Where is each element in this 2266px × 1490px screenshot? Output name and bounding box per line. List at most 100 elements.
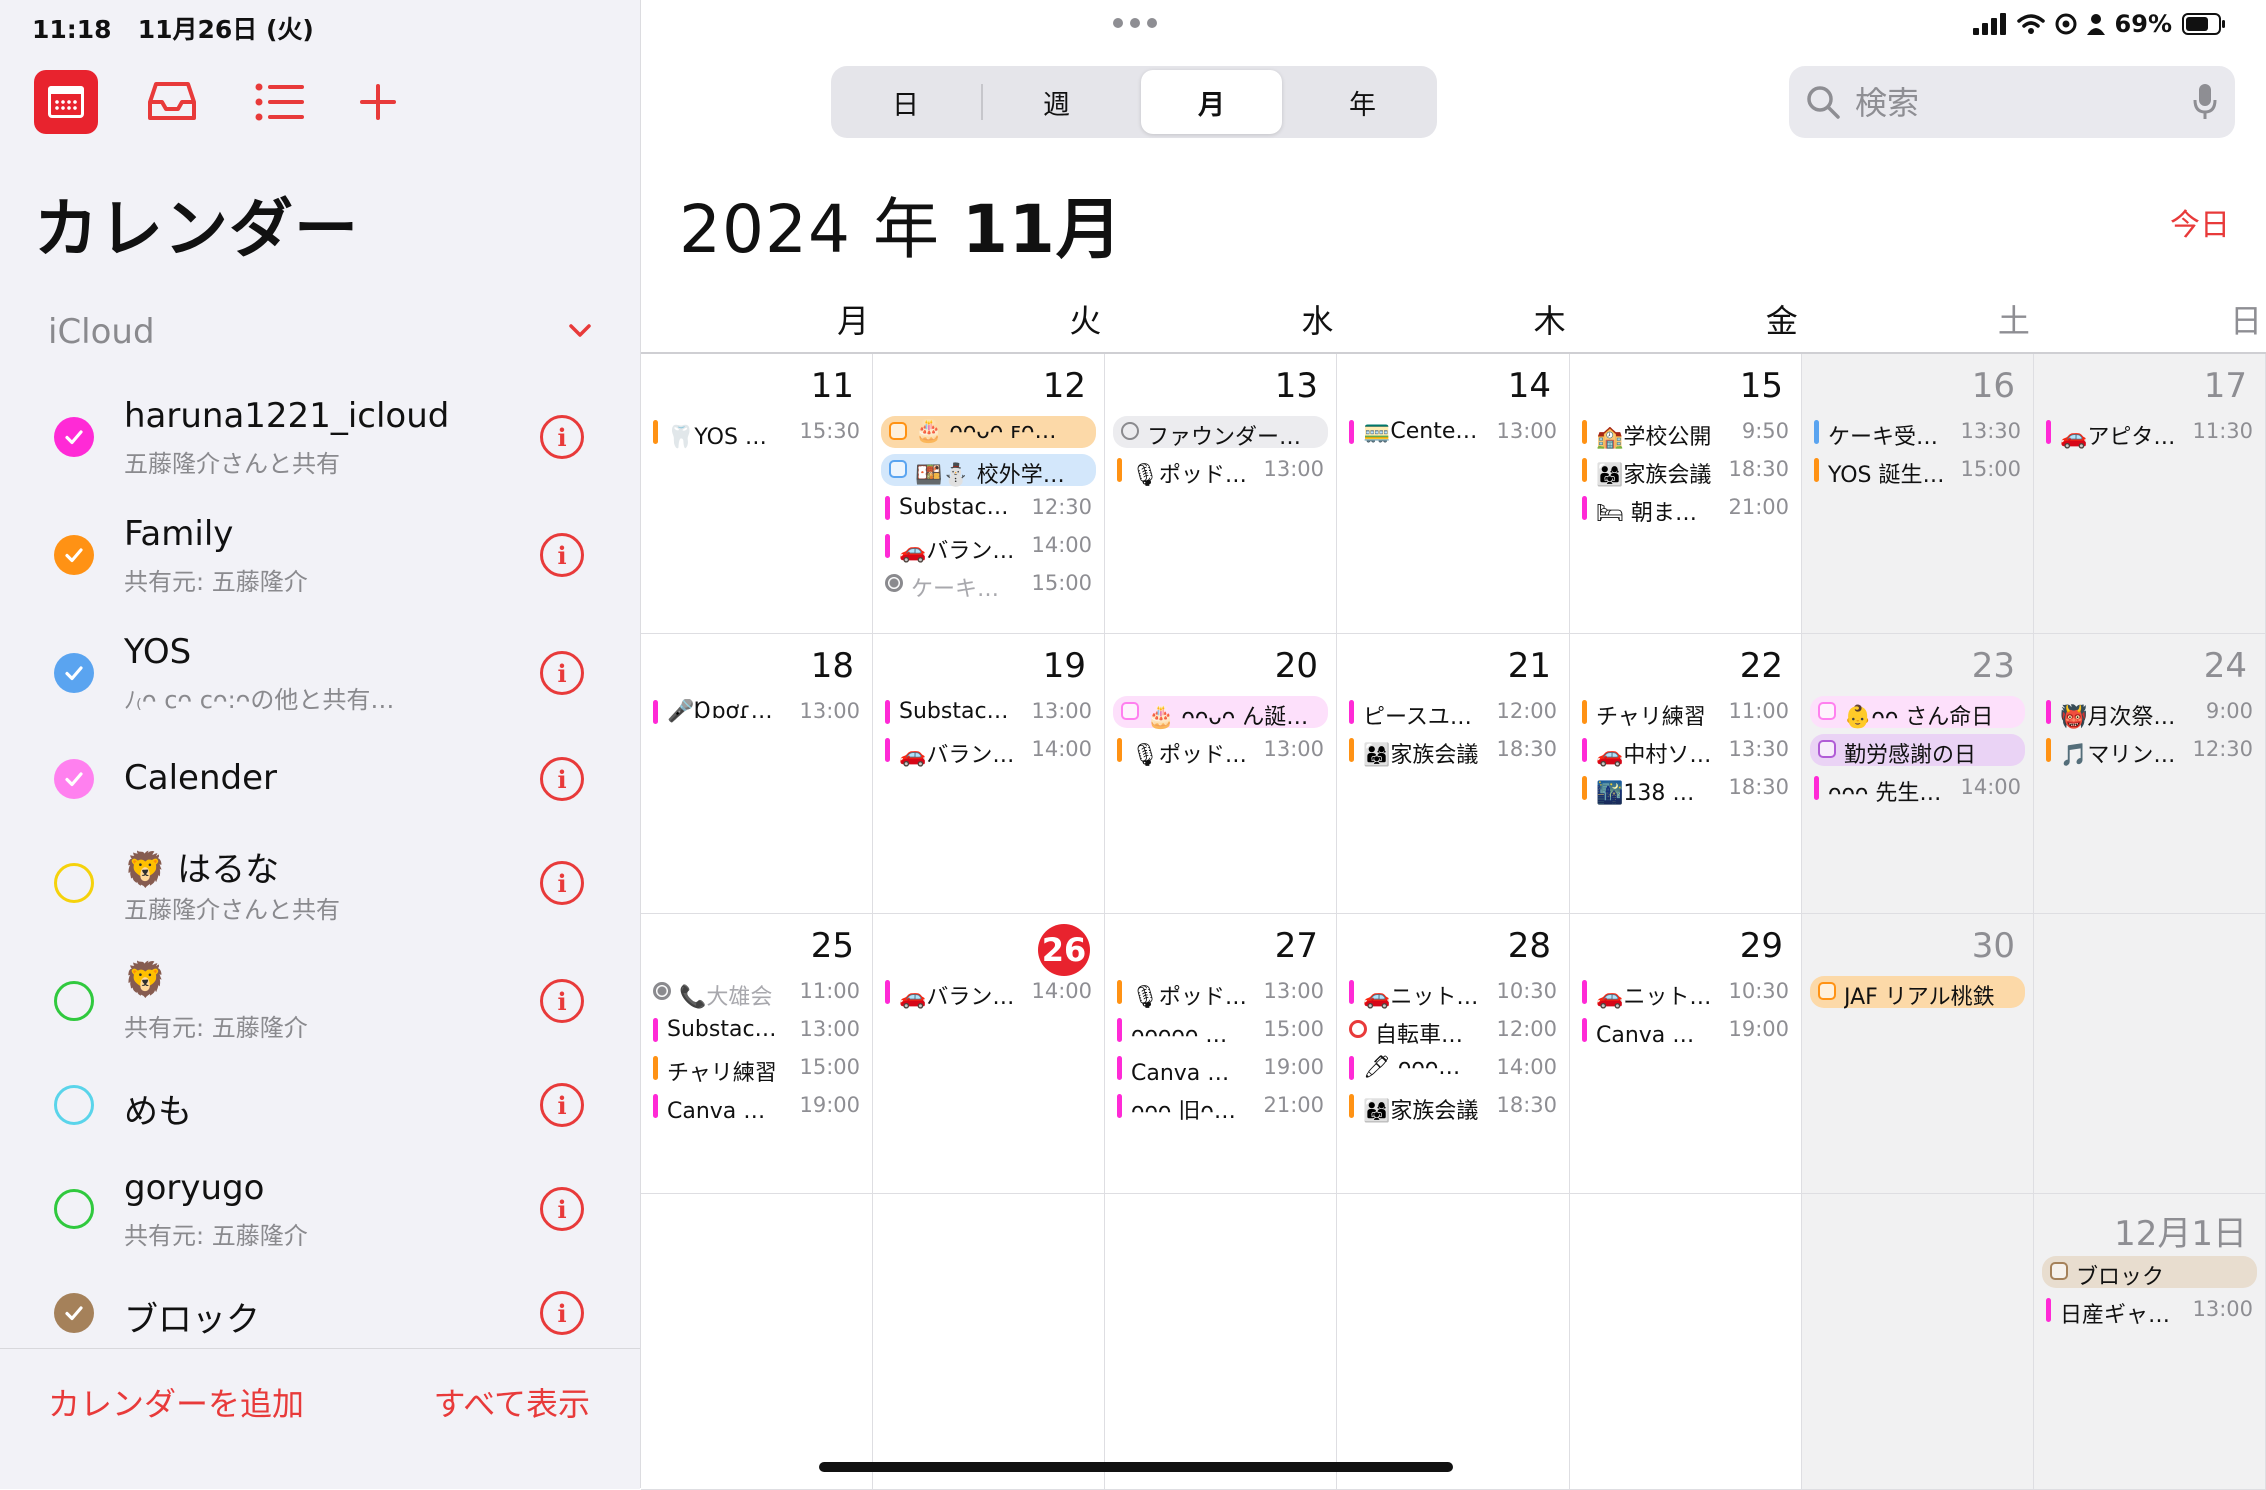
event[interactable]: 🚗バラン… 14:00 <box>881 976 1096 1010</box>
event[interactable]: ケーキ買… 15:00 <box>881 568 1096 602</box>
day-cell[interactable]: 12月1日ブロック日産ギャラ… 13:00 <box>2034 1194 2266 1490</box>
today-button[interactable]: 今日 <box>2170 200 2230 244</box>
event[interactable]: Substack ·… 12:30 <box>881 492 1096 524</box>
completed-reminder-icon[interactable] <box>885 574 903 592</box>
calendar-row[interactable]: めも i <box>0 1050 640 1160</box>
calendar-list-icon[interactable] <box>34 70 98 134</box>
event[interactable]: 🚗バラン… 14:00 <box>881 734 1096 768</box>
segment-day[interactable]: 日 <box>835 70 976 134</box>
event[interactable]: 👨‍👩‍👧家族会議 18:30 <box>1345 1090 1561 1124</box>
info-icon[interactable]: i <box>540 979 584 1023</box>
info-icon[interactable]: i <box>540 533 584 577</box>
chevron-down-icon[interactable] <box>566 316 594 348</box>
show-all-button[interactable]: すべて表示 <box>434 1379 590 1425</box>
day-cell[interactable]: 14 🚃Center… 13:00 <box>1337 354 1570 634</box>
event[interactable]: 🎤Ɒɒơɾᴗ… 13:00 <box>649 696 864 728</box>
info-icon[interactable]: i <box>540 651 584 695</box>
day-cell[interactable]: 11 🦷YOS 歯… 15:30 <box>641 354 873 634</box>
segment-week[interactable]: 週 <box>986 70 1127 134</box>
unchecked-circle-icon[interactable] <box>54 1189 94 1229</box>
calendar-row[interactable]: goryugo 共有元: 五藤隆介 i <box>0 1154 640 1264</box>
calendar-row[interactable]: haruna1221_icloud 五藤隆介さんと共有 i <box>0 382 640 492</box>
day-cell[interactable]: 24 👹月次祭で… 9:00 🎵マリン… 12:30 <box>2034 634 2266 914</box>
event[interactable]: 🦷YOS 歯… 15:30 <box>649 416 864 450</box>
segment-year[interactable]: 年 <box>1292 70 1433 134</box>
unchecked-circle-icon[interactable] <box>54 863 94 903</box>
unchecked-circle-icon[interactable] <box>54 1085 94 1125</box>
search-bar[interactable] <box>1789 66 2235 138</box>
day-cell[interactable] <box>1802 1194 2034 1490</box>
event[interactable]: チャリ練習 11:00 <box>1578 696 1793 730</box>
checkmark-icon[interactable] <box>54 417 94 457</box>
inbox-icon[interactable] <box>140 70 204 134</box>
info-icon[interactable]: i <box>540 1187 584 1231</box>
all-day-event[interactable]: ブロック <box>2042 1256 2257 1290</box>
all-day-event[interactable]: 🍱⛄ 校外学… <box>881 454 1096 488</box>
day-cell[interactable]: 12 🎂 ᴖᴖᴗᴖ ꜰᴖ… 🍱⛄ 校外学… Substack ·… 12:30 🚗バラン…… <box>873 354 1105 634</box>
event[interactable]: 🎵マリン… 12:30 <box>2042 734 2257 768</box>
day-cell[interactable]: 26 🚗バラン… 14:00 <box>873 914 1105 1194</box>
add-icon[interactable] <box>346 70 410 134</box>
info-icon[interactable]: i <box>540 757 584 801</box>
day-cell[interactable]: 30 JAF リアル桃鉄 <box>1802 914 2034 1194</box>
info-icon[interactable]: i <box>540 1083 584 1127</box>
day-cell[interactable]: 22 チャリ練習 11:00 🚗中村ソ… 13:30 🌃138 ウ… 18:30 <box>1570 634 1802 914</box>
event[interactable]: Canva ワ… 19:00 <box>1113 1052 1328 1086</box>
all-day-event[interactable]: 勤労感謝の日 <box>1810 734 2025 768</box>
event[interactable]: 🚗アピタ… 11:30 <box>2042 416 2257 450</box>
event[interactable]: 🚗ニット… 10:30 <box>1578 976 1793 1010</box>
event[interactable]: 🛏 朝まで… 21:00 <box>1578 492 1793 526</box>
event[interactable]: 🌃138 ウ… 18:30 <box>1578 772 1793 806</box>
unchecked-circle-icon[interactable] <box>54 981 94 1021</box>
multitask-dots-icon[interactable] <box>1111 16 1159 30</box>
day-cell[interactable]: 25 📞大雄会 11:00 Substack ·… 13:00 チャリ練習 15:00 Can… <box>641 914 873 1194</box>
day-cell[interactable]: 13 ファウンダー… 🎙ポッド… 13:00 <box>1105 354 1337 634</box>
event[interactable]: 🎙ポッド… 13:00 <box>1113 734 1328 768</box>
checkmark-icon[interactable] <box>54 653 94 693</box>
search-input[interactable] <box>1853 78 2157 128</box>
event[interactable]: Substack ·… 13:00 <box>649 1014 864 1046</box>
day-cell[interactable]: 17 🚗アピタ… 11:30 <box>2034 354 2266 634</box>
day-cell[interactable]: 16 ケーキ受け… 13:30 YOS 誕生… 15:00 <box>1802 354 2034 634</box>
event[interactable]: 🎙ポッド… 13:00 <box>1113 454 1328 488</box>
event[interactable]: 🚗バラン… 14:00 <box>881 530 1096 564</box>
event[interactable]: ピースユー… 12:00 <box>1345 696 1561 730</box>
info-icon[interactable]: i <box>540 861 584 905</box>
event[interactable]: 👨‍👩‍👧家族会議 18:30 <box>1345 734 1561 768</box>
segment-month[interactable]: 月 <box>1141 70 1282 134</box>
day-cell[interactable]: 15 🏫学校公開 9:50 👨‍👩‍👧家族会議 18:30 🛏 朝まで… 21:00 <box>1570 354 1802 634</box>
event[interactable]: 📞大雄会 11:00 <box>649 976 864 1010</box>
event[interactable]: 👨‍👩‍👧家族会議 18:30 <box>1578 454 1793 488</box>
day-cell[interactable] <box>641 1194 873 1490</box>
list-view-icon[interactable] <box>248 70 312 134</box>
completed-reminder-icon[interactable] <box>653 982 671 1000</box>
event[interactable]: 🚗ニット… 10:30 <box>1345 976 1561 1010</box>
day-cell[interactable]: 21 ピースユー… 12:00 👨‍👩‍👧家族会議 18:30 <box>1337 634 1570 914</box>
icloud-section-header[interactable]: iCloud <box>48 312 608 362</box>
add-calendar-button[interactable]: カレンダーを追加 <box>48 1379 304 1425</box>
day-cell[interactable] <box>2034 914 2266 1194</box>
checkmark-icon[interactable] <box>54 759 94 799</box>
event[interactable]: ケーキ受け… 13:30 <box>1810 416 2025 450</box>
info-icon[interactable]: i <box>540 415 584 459</box>
event[interactable]: ᴖᴖᴖ 先生… 14:00 <box>1810 772 2025 806</box>
calendar-row[interactable]: Calender i <box>0 724 640 834</box>
day-cell[interactable]: 23 👶ᴖᴖ さん命日 勤労感謝の日 ᴖᴖᴖ 先生… 14:00 <box>1802 634 2034 914</box>
day-cell[interactable]: 29 🚗ニット… 10:30 Canva ワ… 19:00 <box>1570 914 1802 1194</box>
calendar-row[interactable]: YOS ﾉ₍ᴖ ϲᴖ ϲᴖ꞉ᴖの他と共有… i <box>0 618 640 728</box>
event[interactable]: 🚗中村ソ… 13:30 <box>1578 734 1793 768</box>
event[interactable]: ᴖᴖᴖᴖᴖ リ… 15:00 <box>1113 1014 1328 1048</box>
event[interactable]: YOS 誕生… 15:00 <box>1810 454 2025 488</box>
day-cell[interactable] <box>1337 1194 1570 1490</box>
calendar-row[interactable]: 🦁 共有元: 五藤隆介 i <box>0 946 640 1056</box>
home-indicator[interactable] <box>819 1462 1453 1472</box>
event[interactable]: Substack ·… 13:00 <box>881 696 1096 728</box>
event[interactable]: 🏫学校公開 9:50 <box>1578 416 1793 450</box>
event[interactable]: ᴖᴖᴖ 旧ᴖ… 21:00 <box>1113 1090 1328 1124</box>
event[interactable]: 🎙ポッド… 13:00 <box>1113 976 1328 1010</box>
day-cell[interactable]: 28 🚗ニット… 10:30 自転車屋… 12:00 🖊 ᴖᴖᴖ… 14:00 👨‍👩‍👧家族… <box>1337 914 1570 1194</box>
day-cell[interactable] <box>873 1194 1105 1490</box>
day-cell[interactable] <box>1105 1194 1337 1490</box>
day-cell[interactable]: 20 🎂 ᴖᴖᴗᴖ ん誕… 🎙ポッド… 13:00 <box>1105 634 1337 914</box>
day-cell[interactable]: 27 🎙ポッド… 13:00 ᴖᴖᴖᴖᴖ リ… 15:00 Canva ワ… 19:00 ᴖᴖ… <box>1105 914 1337 1194</box>
